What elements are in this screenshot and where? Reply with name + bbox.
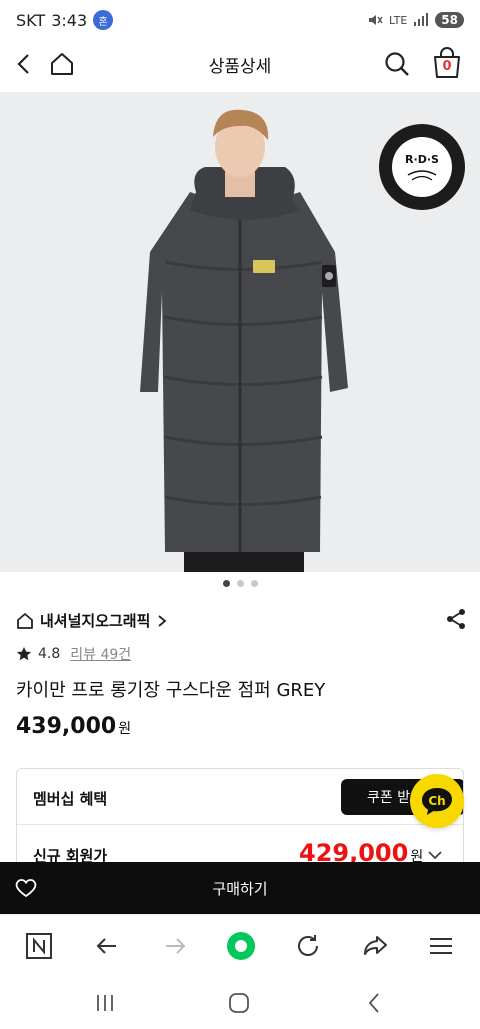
rds-certified-badge: R·D·S bbox=[378, 123, 466, 211]
naver-green-home-icon[interactable] bbox=[226, 931, 256, 961]
chevron-right-icon bbox=[158, 614, 167, 627]
system-navigation bbox=[0, 976, 480, 1029]
mute-icon bbox=[369, 15, 383, 25]
chat-icon: Ch bbox=[422, 788, 452, 815]
refresh-icon[interactable] bbox=[293, 931, 323, 961]
membership-row: 멤버십 혜택 쿠폰 받기 bbox=[17, 769, 463, 825]
clock: 3:43 bbox=[51, 10, 88, 30]
status-bar: SKT 3:43 혼 LTE 58 bbox=[0, 0, 480, 40]
browser-toolbar bbox=[0, 914, 480, 976]
naver-tab-icon[interactable] bbox=[24, 931, 54, 961]
heart-icon[interactable] bbox=[14, 876, 38, 900]
image-pagination bbox=[0, 580, 480, 587]
pagination-dot[interactable] bbox=[222, 580, 230, 587]
pagination-dot[interactable] bbox=[236, 580, 244, 587]
rds-seal-icon: R·D·S bbox=[379, 124, 465, 210]
svg-text:Ch: Ch bbox=[428, 794, 445, 808]
battery-indicator: 58 bbox=[435, 12, 464, 28]
browser-forward-icon[interactable] bbox=[160, 931, 190, 961]
purchase-bar: 구매하기 bbox=[0, 862, 480, 914]
rating-row: 4.8 리뷰 49건 bbox=[16, 644, 131, 664]
app-header: 상품상세 0 bbox=[0, 40, 480, 88]
rating-value: 4.8 bbox=[38, 646, 61, 662]
price-currency: 원 bbox=[118, 721, 132, 737]
system-back-icon[interactable] bbox=[362, 990, 388, 1016]
menu-icon[interactable] bbox=[426, 931, 456, 961]
network-type: LTE bbox=[389, 13, 408, 27]
page: SKT 3:43 혼 LTE 58 상품상세 0 R·D·S 내셔널지오그래픽 … bbox=[0, 0, 480, 1029]
brand-name: 내셔널지오그래픽 bbox=[40, 612, 151, 630]
share-icon[interactable] bbox=[444, 607, 468, 631]
search-icon[interactable] bbox=[382, 49, 412, 79]
pagination-dot[interactable] bbox=[250, 580, 258, 587]
brand-link[interactable]: 내셔널지오그래픽 bbox=[16, 610, 168, 631]
price-value: 439,000 bbox=[16, 714, 117, 739]
store-home-icon bbox=[17, 612, 33, 629]
product-price: 439,000 원 bbox=[16, 714, 131, 739]
buy-button[interactable]: 구매하기 bbox=[0, 862, 480, 914]
share-arrow-icon[interactable] bbox=[360, 931, 390, 961]
svg-text:R·D·S: R·D·S bbox=[405, 153, 439, 166]
cart-count: 0 bbox=[442, 59, 452, 74]
chat-button[interactable]: Ch bbox=[410, 774, 464, 828]
status-icons: LTE 58 bbox=[367, 12, 464, 28]
product-name: 카이만 프로 롱기장 구스다운 점퍼 GREY bbox=[16, 680, 326, 701]
review-link[interactable]: 리뷰 49건 bbox=[70, 644, 131, 664]
browser-back-icon[interactable] bbox=[92, 931, 122, 961]
star-icon bbox=[16, 647, 32, 661]
carrier-label: SKT bbox=[16, 10, 46, 30]
signal-icon bbox=[414, 13, 429, 26]
notification-app-icon: 혼 bbox=[93, 10, 114, 30]
recent-apps-icon[interactable] bbox=[92, 990, 118, 1016]
system-home-icon[interactable] bbox=[226, 990, 252, 1016]
cart-button[interactable]: 0 bbox=[430, 45, 464, 81]
membership-label: 멤버십 혜택 bbox=[33, 790, 108, 808]
chevron-down-icon[interactable] bbox=[427, 847, 443, 863]
